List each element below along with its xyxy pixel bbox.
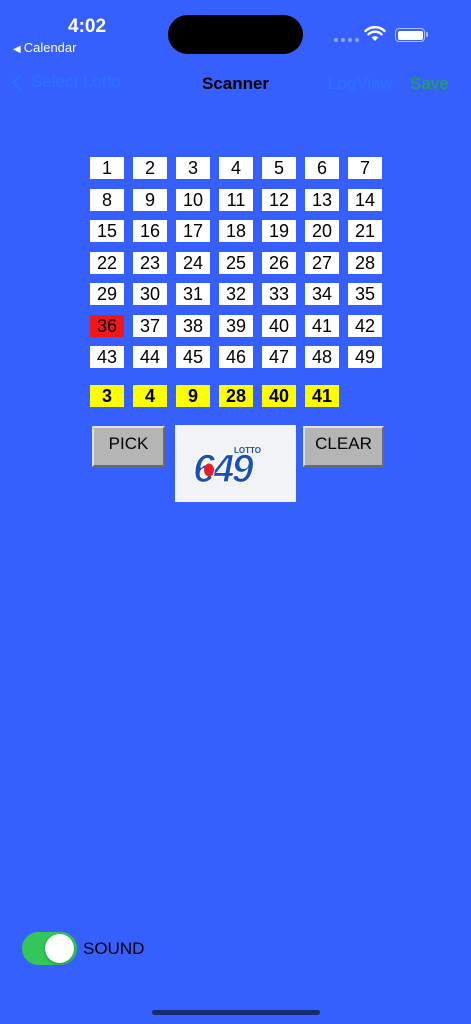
pick-button[interactable]: PICK (92, 426, 165, 467)
grid-row: 22 23 24 25 26 27 28 (90, 251, 382, 274)
number-cell-43[interactable]: 43 (90, 346, 124, 368)
number-cell-41[interactable]: 41 (305, 314, 339, 337)
number-cell-22[interactable]: 22 (90, 251, 124, 274)
number-cell-2[interactable]: 2 (133, 157, 167, 179)
number-cell-26[interactable]: 26 (262, 251, 296, 274)
number-cell-11[interactable]: 11 (219, 188, 253, 211)
number-cell-47[interactable]: 47 (262, 346, 296, 368)
number-cell-45[interactable]: 45 (176, 346, 210, 368)
number-cell-44[interactable]: 44 (133, 346, 167, 368)
page-title: Scanner (201, 74, 270, 93)
number-grid: 1 2 3 4 5 6 7 8 9 10 11 12 13 14 15 16 17 18 19 20 21 22 23 24 2… (90, 157, 382, 378)
number-cell-27[interactable]: 27 (305, 251, 339, 274)
wifi-icon (364, 26, 386, 41)
lotto-649-logo: LOTTO 649 (175, 425, 296, 502)
grid-row: 8 9 10 11 12 13 14 (90, 188, 382, 211)
status-bar: 4:02 ◀ Calendar (0, 0, 471, 60)
number-cell-49[interactable]: 49 (348, 346, 382, 368)
lotto-649-logo-graphic: LOTTO 649 (192, 446, 261, 492)
number-cell-34[interactable]: 34 (305, 283, 339, 305)
battery-icon (395, 28, 428, 42)
picked-number: 4 (133, 385, 167, 407)
picked-number: 9 (176, 385, 210, 407)
number-cell-48[interactable]: 48 (305, 346, 339, 368)
number-cell-6[interactable]: 6 (305, 157, 339, 179)
save-button[interactable]: Save (410, 74, 449, 94)
grid-row: 1234567 (90, 157, 382, 179)
grid-row: 15 16 17 18 19 20 21 (90, 220, 382, 242)
number-cell-7[interactable]: 7 (348, 157, 382, 179)
grid-row: 29 30 31 32 33 34 35 (90, 283, 382, 305)
number-cell-18[interactable]: 18 (219, 220, 253, 242)
number-cell-24[interactable]: 24 (176, 251, 210, 274)
number-cell-17[interactable]: 17 (176, 220, 210, 242)
picked-number: 41 (305, 385, 339, 407)
number-cell-23[interactable]: 23 (133, 251, 167, 274)
status-time: 4:02 (68, 16, 107, 37)
number-cell-10[interactable]: 10 (176, 188, 210, 211)
cellular-signal-icon (334, 38, 359, 42)
number-cell-12[interactable]: 12 (262, 188, 296, 211)
grid-row: 43 44 45 46 47 48 49 (90, 346, 382, 368)
picked-number: 28 (219, 385, 253, 407)
number-cell-37[interactable]: 37 (133, 314, 167, 337)
number-cell-8[interactable]: 8 (90, 188, 124, 211)
number-cell-13[interactable]: 13 (305, 188, 339, 211)
sound-label: SOUND (83, 939, 145, 958)
number-cell-28[interactable]: 28 (348, 251, 382, 274)
number-cell-32[interactable]: 32 (219, 283, 253, 305)
number-cell-3[interactable]: 3 (176, 157, 210, 179)
number-cell-35[interactable]: 35 (348, 283, 382, 305)
number-cell-38[interactable]: 38 (176, 314, 210, 337)
picked-number: 3 (90, 385, 124, 407)
number-cell-40[interactable]: 40 (262, 314, 296, 337)
number-cell-15[interactable]: 15 (90, 220, 124, 242)
navigation-bar: Select Lotto Scanner LogView Save (0, 66, 471, 102)
back-triangle-icon: ◀ (13, 44, 21, 55)
number-cell-31[interactable]: 31 (176, 283, 210, 305)
number-cell-9[interactable]: 9 (133, 188, 167, 211)
dynamic-island (168, 15, 303, 54)
picked-number: 40 (262, 385, 296, 407)
number-cell-30[interactable]: 30 (133, 283, 167, 305)
number-cell-46[interactable]: 46 (219, 346, 253, 368)
grid-row: 36 37 38 39 40 41 42 (90, 314, 382, 337)
number-cell-21[interactable]: 21 (348, 220, 382, 242)
number-cell-20[interactable]: 20 (305, 220, 339, 242)
number-cell-14[interactable]: 14 (348, 188, 382, 211)
toggle-knob (45, 934, 74, 963)
home-indicator[interactable] (152, 1010, 320, 1015)
number-cell-39[interactable]: 39 (219, 314, 253, 337)
number-cell-25[interactable]: 25 (219, 251, 253, 274)
sound-toggle[interactable] (22, 932, 77, 965)
back-to-app-link[interactable]: ◀ Calendar (13, 40, 76, 55)
logview-button[interactable]: LogView (328, 74, 393, 94)
logo-digits: 649 (193, 447, 254, 491)
number-cell-36[interactable]: 36 (90, 314, 124, 337)
number-cell-42[interactable]: 42 (348, 314, 382, 337)
number-cell-1[interactable]: 1 (90, 157, 124, 179)
number-cell-19[interactable]: 19 (262, 220, 296, 242)
number-cell-29[interactable]: 29 (90, 283, 124, 305)
number-cell-16[interactable]: 16 (133, 220, 167, 242)
picked-numbers: 3 4 9 28 40 41 (90, 385, 339, 407)
number-cell-33[interactable]: 33 (262, 283, 296, 305)
number-cell-5[interactable]: 5 (262, 157, 296, 179)
back-app-label: Calendar (23, 40, 77, 55)
number-cell-4[interactable]: 4 (219, 157, 253, 179)
clear-button[interactable]: CLEAR (303, 426, 384, 467)
